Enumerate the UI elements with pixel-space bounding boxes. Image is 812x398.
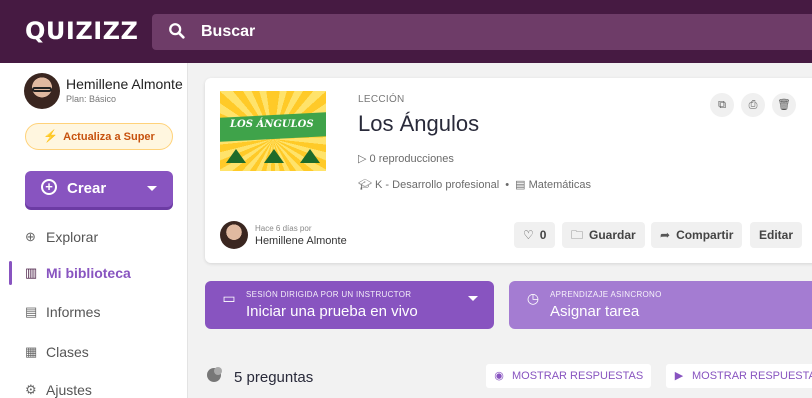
chevron-down-icon[interactable] [468, 296, 478, 301]
compass-icon: ⊕ [25, 229, 36, 244]
user-name[interactable]: Hemillene Almonte [66, 76, 183, 92]
gear-icon: ⚙ [25, 382, 37, 397]
folder-icon: 🗀 [571, 228, 584, 242]
print-button[interactable]: ⎙ [741, 93, 765, 117]
page-title: Los Ángulos [358, 111, 480, 136]
lesson-meta: 🎓︎ K - Desarrollo profesional • ▤ Matemá… [358, 178, 591, 191]
author-time: Hace 6 días por [255, 224, 312, 233]
chart-icon: ▤ [25, 304, 38, 319]
lightning-icon: ⚡ [43, 129, 59, 143]
share-icon: ➦ [660, 228, 671, 242]
sidebar-item-explorar[interactable]: ⊕ Explorar [0, 221, 188, 253]
lesson-type: LECCIÓN [358, 94, 405, 105]
presentation-icon: ▭ [222, 290, 236, 306]
subject-label: Matemáticas [528, 179, 591, 191]
questions-icon [207, 367, 222, 382]
upgrade-button[interactable]: ⚡ Actualiza a Super [25, 123, 173, 150]
active-indicator [9, 261, 12, 285]
sidebar-item-label: Mi biblioteca [46, 265, 131, 281]
delete-button[interactable]: 🗑︎ [772, 93, 796, 117]
sidebar-item-label: Ajustes [46, 382, 92, 398]
live-label: Iniciar una prueba en vivo [246, 303, 418, 320]
play-icon: ▶ [674, 370, 684, 382]
trash-icon: 🗑︎ [777, 99, 791, 111]
print-icon: ⎙ [748, 99, 758, 111]
sidebar: Hemillene Almonte Plan: Básico ⚡ Actualiz… [0, 63, 188, 398]
live-caption: SESIÓN DIRIGIDA POR UN INSTRUCTOR [246, 290, 412, 299]
avatar[interactable] [24, 73, 60, 109]
share-label: Compartir [676, 228, 734, 242]
top-bar: QUIZIZZ Buscar [0, 0, 812, 63]
assign-homework-button[interactable]: ◷ APRENDIZAJE ASINCRONO Asignar tarea [509, 281, 812, 329]
live-quiz-button[interactable]: ▭ SESIÓN DIRIGIDA POR UN INSTRUCTOR Inic… [205, 281, 494, 329]
likes-count: 0 [539, 228, 547, 242]
show-answers-button[interactable]: ◉ MOSTRAR RESPUESTAS [486, 364, 652, 388]
copy-icon: ⧉ [718, 99, 726, 111]
edit-label: Editar [759, 228, 794, 242]
show-answers-label: MOSTRAR RESPUESTAS [692, 370, 812, 382]
book-icon: ▤ [515, 179, 526, 191]
play-icon: ▷ [358, 153, 367, 165]
grade-label: K - Desarrollo profesional [375, 179, 500, 191]
sidebar-item-label: Clases [46, 344, 89, 360]
eye-icon: ◉ [494, 370, 504, 382]
lesson-thumbnail[interactable]: LOS ÁNGULOS [220, 91, 326, 171]
search-icon [169, 23, 185, 39]
question-count: 5 preguntas [234, 369, 314, 386]
library-icon: ▥ [25, 265, 38, 280]
create-button[interactable]: + Crear [25, 171, 173, 207]
search-label[interactable]: Buscar [201, 23, 255, 41]
author-avatar[interactable] [220, 221, 248, 249]
edit-button[interactable]: Editar [750, 222, 803, 248]
create-label: Crear [67, 180, 107, 197]
quizizz-logo[interactable]: QUIZIZZ [25, 17, 138, 45]
chevron-down-icon [147, 186, 157, 191]
copy-button[interactable]: ⧉ [710, 93, 734, 117]
sidebar-item-mi-biblioteca[interactable]: ▥ Mi biblioteca [0, 257, 188, 289]
show-answers-label: MOSTRAR RESPUESTAS [512, 370, 644, 382]
plus-circle-icon: + [41, 179, 57, 195]
class-icon: ▦ [25, 344, 38, 359]
graduation-cap-icon: 🎓︎ [358, 179, 372, 191]
search-bar[interactable]: Buscar [152, 14, 812, 50]
assign-label: Asignar tarea [550, 303, 640, 320]
save-label: Guardar [589, 228, 636, 242]
heart-icon: ♡ [523, 228, 534, 242]
sidebar-item-clases[interactable]: ▦ Clases [0, 336, 188, 368]
plays-count: ▷ 0 reproducciones [358, 152, 454, 165]
upgrade-label: Actualiza a Super [63, 131, 155, 143]
sidebar-item-informes[interactable]: ▤ Informes [0, 296, 188, 328]
sidebar-item-ajustes[interactable]: ⚙ Ajustes [0, 374, 188, 398]
sidebar-item-label: Explorar [46, 229, 99, 245]
separator-dot: • [505, 179, 510, 191]
clock-icon: ◷ [526, 290, 540, 306]
thumbnail-title: LOS ÁNGULOS [230, 119, 314, 130]
user-plan: Plan: Básico [66, 94, 117, 104]
author-name[interactable]: Hemillene Almonte [255, 235, 347, 247]
save-button[interactable]: 🗀 Guardar [562, 222, 645, 248]
plays-label: 0 reproducciones [369, 153, 454, 165]
share-button[interactable]: ➦ Compartir [651, 222, 743, 248]
assign-caption: APRENDIZAJE ASINCRONO [550, 290, 662, 299]
sidebar-item-label: Informes [46, 304, 101, 320]
lesson-card: LOS ÁNGULOS LECCIÓN Los Ángulos ▷ 0 repr… [205, 78, 812, 263]
like-button[interactable]: ♡ 0 [514, 222, 556, 248]
show-answers-play-button[interactable]: ▶ MOSTRAR RESPUESTAS [666, 364, 812, 388]
